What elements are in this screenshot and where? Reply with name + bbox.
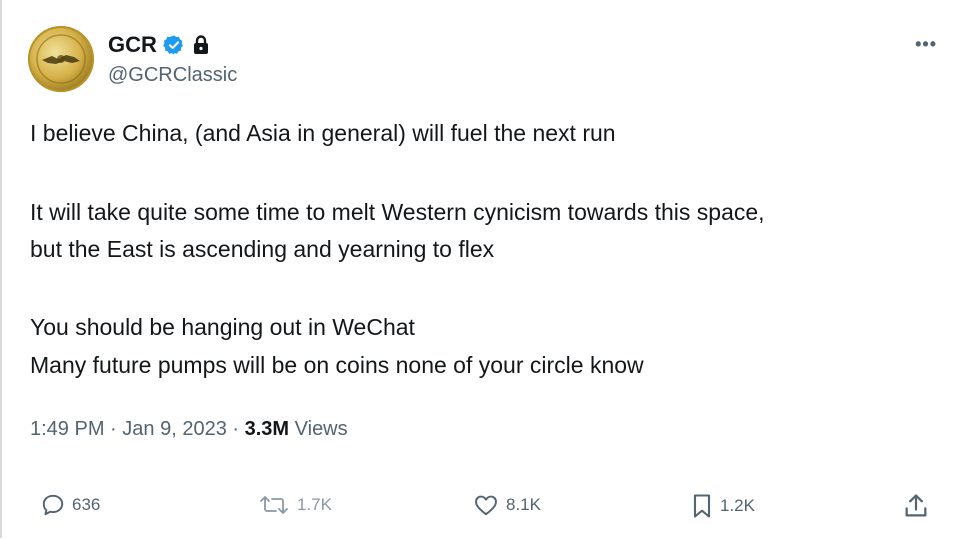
author-name-row: GCR <box>108 30 211 60</box>
tweet-meta: 1:49 PM · Jan 9, 2023 · 3.3M Views <box>30 418 348 441</box>
views-count: 3.3M <box>244 418 290 440</box>
repost-button[interactable]: 1.7K <box>257 492 332 518</box>
heart-icon <box>475 495 497 516</box>
more-options-button[interactable]: ••• <box>915 34 937 55</box>
reply-button[interactable]: 636 <box>40 492 100 518</box>
tweet-line-5: Many future pumps will be on coins none … <box>30 352 644 378</box>
tweet-date[interactable]: Jan 9, 2023 <box>122 418 227 440</box>
share-button[interactable] <box>902 492 930 520</box>
tweet-card: GCR @GCRClassic ••• I believe China, (an… <box>0 0 959 538</box>
meta-separator: · <box>232 418 240 440</box>
like-count: 8.1K <box>506 495 541 514</box>
repost-count: 1.7K <box>297 495 332 514</box>
reply-icon <box>42 494 64 516</box>
author-display-name[interactable]: GCR <box>108 32 157 58</box>
author-handle[interactable]: @GCRClassic <box>108 64 237 87</box>
meta-separator: · <box>110 418 117 440</box>
share-icon <box>905 494 927 517</box>
bookmark-button[interactable]: 1.2K <box>690 492 755 520</box>
avatar[interactable] <box>28 26 94 92</box>
tweet-line-2: It will take quite some time to melt Wes… <box>30 199 765 225</box>
coin-emblem-icon <box>36 34 86 84</box>
action-bar: 636 1.7K 8.1K 1.2K <box>2 492 959 532</box>
tweet-line-1: I believe China, (and Asia in general) w… <box>30 120 616 146</box>
views-label: Views <box>294 418 348 440</box>
lock-icon <box>193 35 208 54</box>
tweet-line-3: but the East is ascending and yearning t… <box>30 236 495 262</box>
reply-count: 636 <box>72 495 101 514</box>
bookmark-count: 1.2K <box>720 496 755 515</box>
tweet-line-4: You should be hanging out in WeChat <box>30 314 415 340</box>
tweet-time[interactable]: 1:49 PM <box>30 418 104 440</box>
verified-badge-icon <box>163 35 183 55</box>
repost-icon <box>260 496 288 514</box>
like-button[interactable]: 8.1K <box>472 492 541 518</box>
bookmark-icon <box>693 494 711 518</box>
